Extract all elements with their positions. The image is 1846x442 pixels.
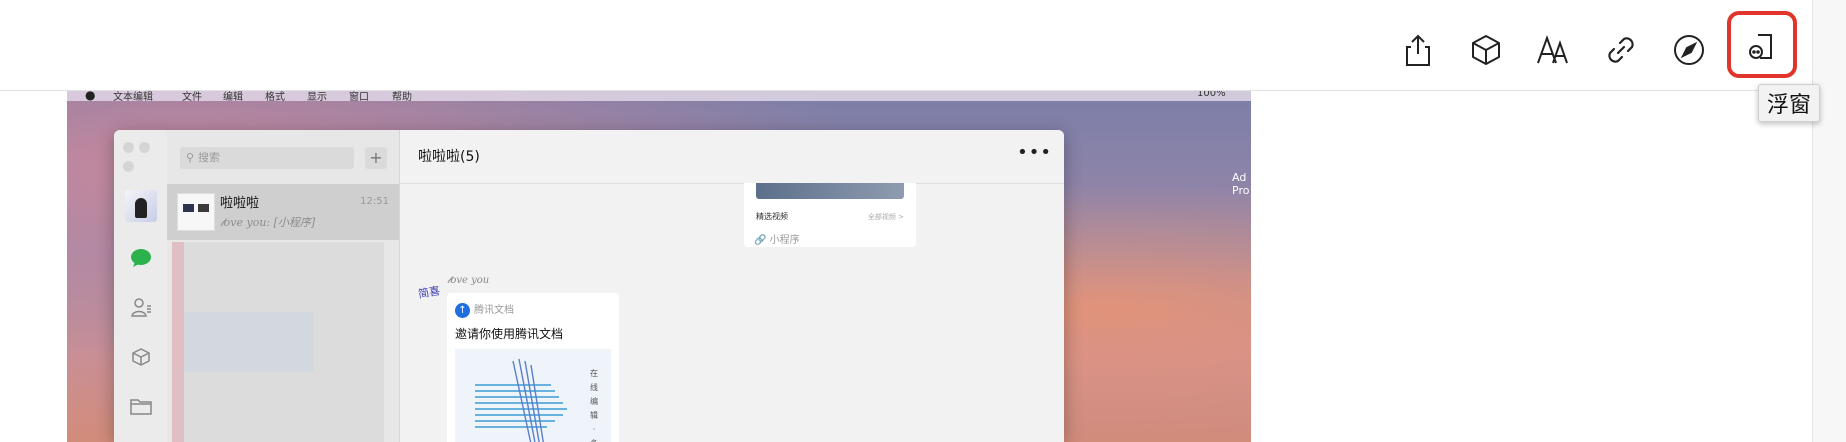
- add-chat-button[interactable]: +: [365, 147, 387, 169]
- tencent-docs-logo-icon: ↑: [455, 302, 470, 318]
- mini-program-more-link: 全部视频 >: [867, 213, 904, 221]
- battery-status: 100%: [1197, 91, 1226, 99]
- floating-window-button[interactable]: [1727, 11, 1797, 78]
- chat-name: 啦啦啦: [220, 196, 260, 211]
- mini-program-thumbnail: [756, 183, 904, 199]
- search-icon: ⚲: [186, 151, 195, 164]
- sender-avatar[interactable]: 简喜: [417, 282, 441, 302]
- page-scrollbar-area: [1812, 0, 1846, 442]
- menu-item: 窗口: [349, 92, 369, 101]
- close-window-button[interactable]: [123, 142, 134, 153]
- doc-side-text: 在线编辑·多: [590, 369, 598, 442]
- doc-card-image: 在线编辑·多: [455, 349, 611, 442]
- menu-item: 文件: [182, 92, 202, 101]
- blurred-chat-list: [172, 242, 384, 442]
- floating-window-icon: [1749, 33, 1772, 59]
- window-controls: [123, 138, 167, 176]
- mini-program-link-icon: 🔗: [754, 235, 767, 246]
- contacts-icon[interactable]: [128, 294, 154, 320]
- link-icon: [1608, 37, 1634, 63]
- desktop-screenshot: ● 文本编辑 文件 编辑 格式 显示 窗口 帮助 100% Ad Pro ⚲ 搜…: [67, 91, 1251, 442]
- mini-program-card[interactable]: 精选视频 全部视频 > 🔗 小程序: [744, 183, 916, 247]
- cube-icon: [1472, 35, 1500, 65]
- search-input[interactable]: ⚲ 搜索: [180, 147, 354, 169]
- wechat-nav-sidebar: [114, 130, 167, 442]
- browser-toolbar: [0, 0, 1846, 91]
- chat-avatar: [177, 193, 215, 231]
- wechat-window: ⚲ 搜索 + 啦啦啦 𝓁ove you: [小程序] 12:51 啦啦啦(5) …: [114, 130, 1064, 442]
- chat-list-item[interactable]: 啦啦啦 𝓁ove you: [小程序] 12:51: [167, 184, 399, 240]
- doc-card-title: 邀请你使用腾讯文档: [455, 327, 564, 341]
- compass-button[interactable]: [1667, 28, 1711, 72]
- sender-name: 𝓁ove you: [447, 275, 490, 286]
- conversation-pane: 啦啦啦(5) ••• 精选视频 全部视频 > 🔗 小程序 简喜 𝓁ove you…: [400, 130, 1064, 442]
- cube-button[interactable]: [1464, 28, 1508, 72]
- search-placeholder: 搜索: [198, 151, 220, 164]
- share-icon: [1406, 34, 1430, 66]
- chat-time: 12:51: [360, 196, 389, 207]
- menu-item: 格式: [265, 92, 285, 101]
- mini-program-subtitle: 精选视频: [756, 212, 788, 221]
- folder-icon[interactable]: [128, 393, 154, 419]
- chat-preview: 𝓁ove you: [小程序]: [220, 216, 316, 229]
- menu-item: 帮助: [392, 92, 412, 101]
- mini-program-icon[interactable]: [128, 344, 154, 370]
- conversation-title: 啦啦啦(5): [418, 149, 480, 165]
- tencent-docs-card[interactable]: ↑ 腾讯文档 邀请你使用腾讯文档 在线编辑·: [447, 293, 619, 442]
- menu-item: 编辑: [223, 92, 243, 101]
- menu-item: 文本编辑: [113, 92, 153, 101]
- mac-menubar: ● 文本编辑 文件 编辑 格式 显示 窗口 帮助 100%: [67, 91, 1251, 101]
- chat-list-panel: ⚲ 搜索 + 啦啦啦 𝓁ove you: [小程序] 12:51: [167, 130, 400, 442]
- menu-item: 显示: [307, 92, 327, 101]
- font-size-button[interactable]: [1531, 28, 1575, 72]
- compass-icon: [1674, 35, 1704, 65]
- mini-program-footer: 🔗 小程序: [754, 235, 800, 246]
- avatar[interactable]: [125, 190, 157, 222]
- more-options-button[interactable]: •••: [1017, 142, 1052, 163]
- font-size-icon: [1537, 35, 1568, 64]
- apple-icon: ●: [85, 91, 96, 101]
- desktop-file-label: Ad Pro: [1232, 171, 1250, 197]
- doc-app-name: ↑ 腾讯文档: [455, 301, 514, 318]
- chat-icon[interactable]: [128, 245, 154, 271]
- share-button[interactable]: [1396, 28, 1440, 72]
- minimize-window-button[interactable]: [139, 142, 150, 153]
- floating-window-tooltip: 浮窗: [1758, 84, 1820, 122]
- doc-illustration-icon: [475, 358, 567, 442]
- conversation-header: 啦啦啦(5) •••: [400, 130, 1064, 184]
- zoom-window-button[interactable]: [123, 161, 134, 172]
- link-button[interactable]: [1599, 28, 1643, 72]
